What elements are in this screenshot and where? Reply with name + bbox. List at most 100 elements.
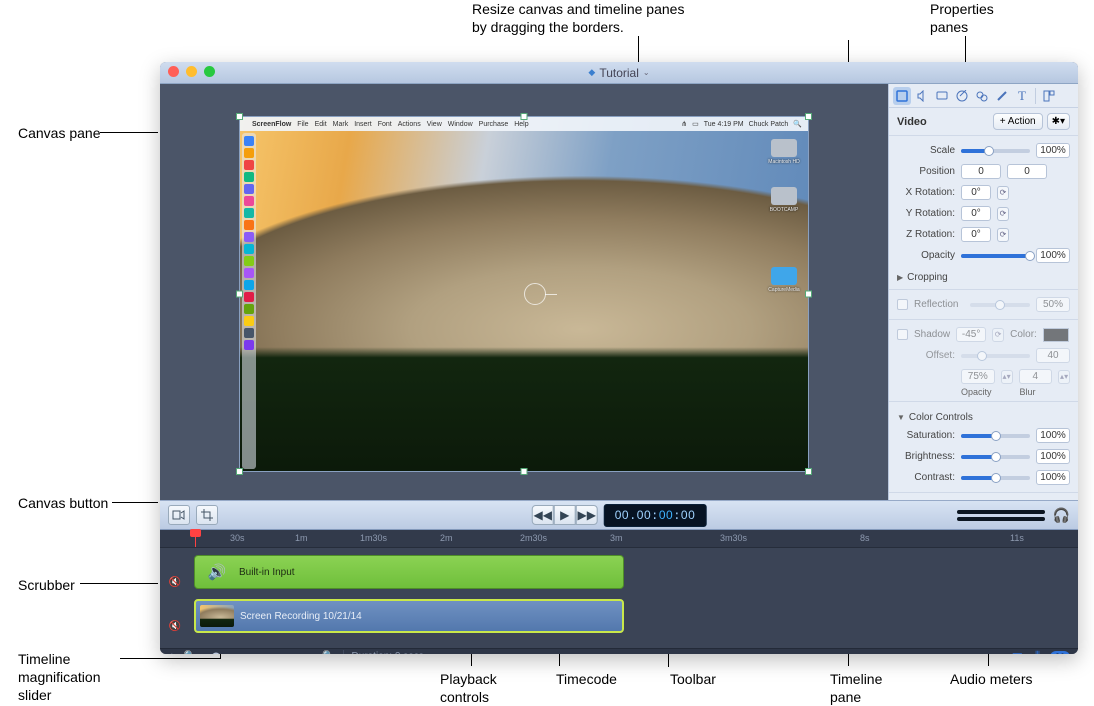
brightness-slider[interactable] [961,455,1030,459]
zrot-input[interactable]: 0° [961,227,991,242]
resize-handle[interactable] [521,113,528,120]
position-x-input[interactable]: 0 [961,164,1001,179]
prop-shadow-sub: 75% ▴▾ 4 ▴▾ [897,366,1070,387]
titlebar[interactable]: ◆ Tutorial ⌄ [160,62,1078,84]
contrast-slider[interactable] [961,476,1030,480]
brightness-value[interactable]: 100% [1036,449,1070,464]
resize-handle[interactable] [805,113,812,120]
saturation-value[interactable]: 100% [1036,428,1070,443]
video-clip[interactable]: Screen Recording 10/21/14 [194,599,624,633]
waveform-icon[interactable]: ⫴ [1033,649,1042,654]
tab-screen[interactable] [933,87,951,105]
stepper-icon[interactable]: ⟳ [992,328,1004,342]
opacity-value[interactable]: 100% [1036,248,1070,263]
contrast-value[interactable]: 100% [1036,470,1070,485]
add-action-button[interactable]: + Action [993,113,1043,130]
resize-handle[interactable] [236,291,243,298]
callout-canvas-button: Canvas button [18,494,108,512]
search-icon: 🔍 [793,120,802,128]
track-mute-icon[interactable]: 🔇 [160,554,190,590]
zoom-out-icon[interactable]: 🔍 [184,651,196,654]
tab-layout[interactable] [1040,87,1058,105]
stepper-icon[interactable]: ▴▾ [1058,370,1070,384]
track-row: 🔇 Screen Recording 10/21/14 [194,598,1078,634]
minimize-icon[interactable] [186,66,197,77]
tab-callout[interactable] [953,87,971,105]
resize-handle[interactable] [805,291,812,298]
tab-touch[interactable] [973,87,991,105]
offset-value[interactable]: 40 [1036,348,1070,363]
canvas-pane[interactable]: ScreenFlow File Edit Mark Insert Font Ac… [160,84,888,500]
shadow-color-swatch[interactable] [1043,328,1069,342]
canvas-button[interactable] [168,505,190,525]
shadow-angle-input[interactable]: -45° [956,327,986,342]
reflection-checkbox[interactable] [897,299,908,310]
shadow-blur-value[interactable]: 4 [1019,369,1053,384]
group-color-controls[interactable]: ▼Color Controls [897,406,1070,425]
yrot-input[interactable]: 0° [961,206,991,221]
ruler-tick: 30s [230,533,245,543]
shadow-opacity-value[interactable]: 75% [961,369,995,384]
shadow-checkbox[interactable] [897,329,908,340]
rewind-button[interactable]: ◀◀ [532,505,554,525]
gear-icon[interactable]: ✱▾ [1047,113,1070,130]
tab-audio[interactable] [913,87,931,105]
xrot-input[interactable]: 0° [961,185,991,200]
resize-handle[interactable] [236,113,243,120]
reflection-slider[interactable] [970,303,1030,307]
opacity-slider[interactable] [961,254,1030,258]
callout-canvas-pane: Canvas pane [18,124,101,142]
tab-text[interactable]: T [1013,87,1031,105]
play-button[interactable]: ▶ [554,505,576,525]
group-cropping[interactable]: ▶Cropping [897,266,1070,285]
reflection-value[interactable]: 50% [1036,297,1070,312]
prop-brightness: Brightness: 100% [897,446,1070,467]
callout-line [120,658,220,659]
callout-timeline-mag: Timeline magnification slider [18,650,101,705]
scrubber[interactable] [195,530,196,547]
stepper-icon[interactable]: ⟳ [997,207,1009,221]
label: Brightness: [897,451,955,462]
tab-annotate[interactable] [993,87,1011,105]
scale-value[interactable]: 100% [1036,143,1070,158]
scale-slider[interactable] [961,149,1030,153]
prop-shadow: Shadow -45° ⟳ Color: [897,324,1070,345]
timeline-ruler[interactable]: 30s 1m 1m30s 2m 2m30s 3m 3m30s 8s 11s [160,530,1078,548]
stepper-icon[interactable]: ⟳ [997,228,1009,242]
resize-handle[interactable] [521,468,528,475]
prop-opacity: Opacity 100% [897,245,1070,266]
chapters-icon[interactable]: ▣ [1010,650,1025,655]
zoom-in-icon[interactable]: 🔍 [322,651,334,654]
ruler-tick: 8s [860,533,870,543]
resize-handle[interactable] [236,468,243,475]
window-title[interactable]: ◆ Tutorial ⌄ [588,66,649,80]
fps-badge[interactable]: 30 [1050,651,1070,655]
headphones-icon[interactable]: 🎧 [1053,507,1070,524]
timecode-display[interactable]: 00.00:00:00 [604,504,707,527]
label: Reflection [914,299,964,310]
clip-thumbnail [200,605,234,627]
label: Opacity [897,250,955,261]
snap-icon[interactable]: ⊏ [988,650,1002,655]
position-y-input[interactable]: 0 [1007,164,1047,179]
tab-video[interactable] [893,87,911,105]
stepper-icon[interactable]: ▴▾ [1001,370,1013,384]
add-track-button[interactable]: + [168,649,176,654]
separator [1035,88,1036,104]
forward-button[interactable]: ▶▶ [576,505,598,525]
meter-left [957,510,1045,514]
timeline-pane[interactable]: 30s 1m 1m30s 2m 2m30s 3m 3m30s 8s 11s 🔇 … [160,530,1078,648]
saturation-slider[interactable] [961,434,1030,438]
canvas-selection[interactable]: ScreenFlow File Edit Mark Insert Font Ac… [239,116,809,472]
wifi-icon: ⋔ [681,120,687,128]
resize-handle[interactable] [805,468,812,475]
close-icon[interactable] [168,66,179,77]
stepper-icon[interactable]: ⟳ [997,186,1009,200]
menu-item: Font [378,121,392,128]
audio-clip[interactable]: 🔊 Built-in Input [194,555,624,589]
bottom-bar: + 🔍 🔍 Duration: 0 secs ⊏ ▣ ⫴ 30 [160,648,1078,654]
offset-slider[interactable] [961,354,1030,358]
track-mute-icon[interactable]: 🔇 [160,598,190,634]
zoom-icon[interactable] [204,66,215,77]
crop-button[interactable] [196,505,218,525]
